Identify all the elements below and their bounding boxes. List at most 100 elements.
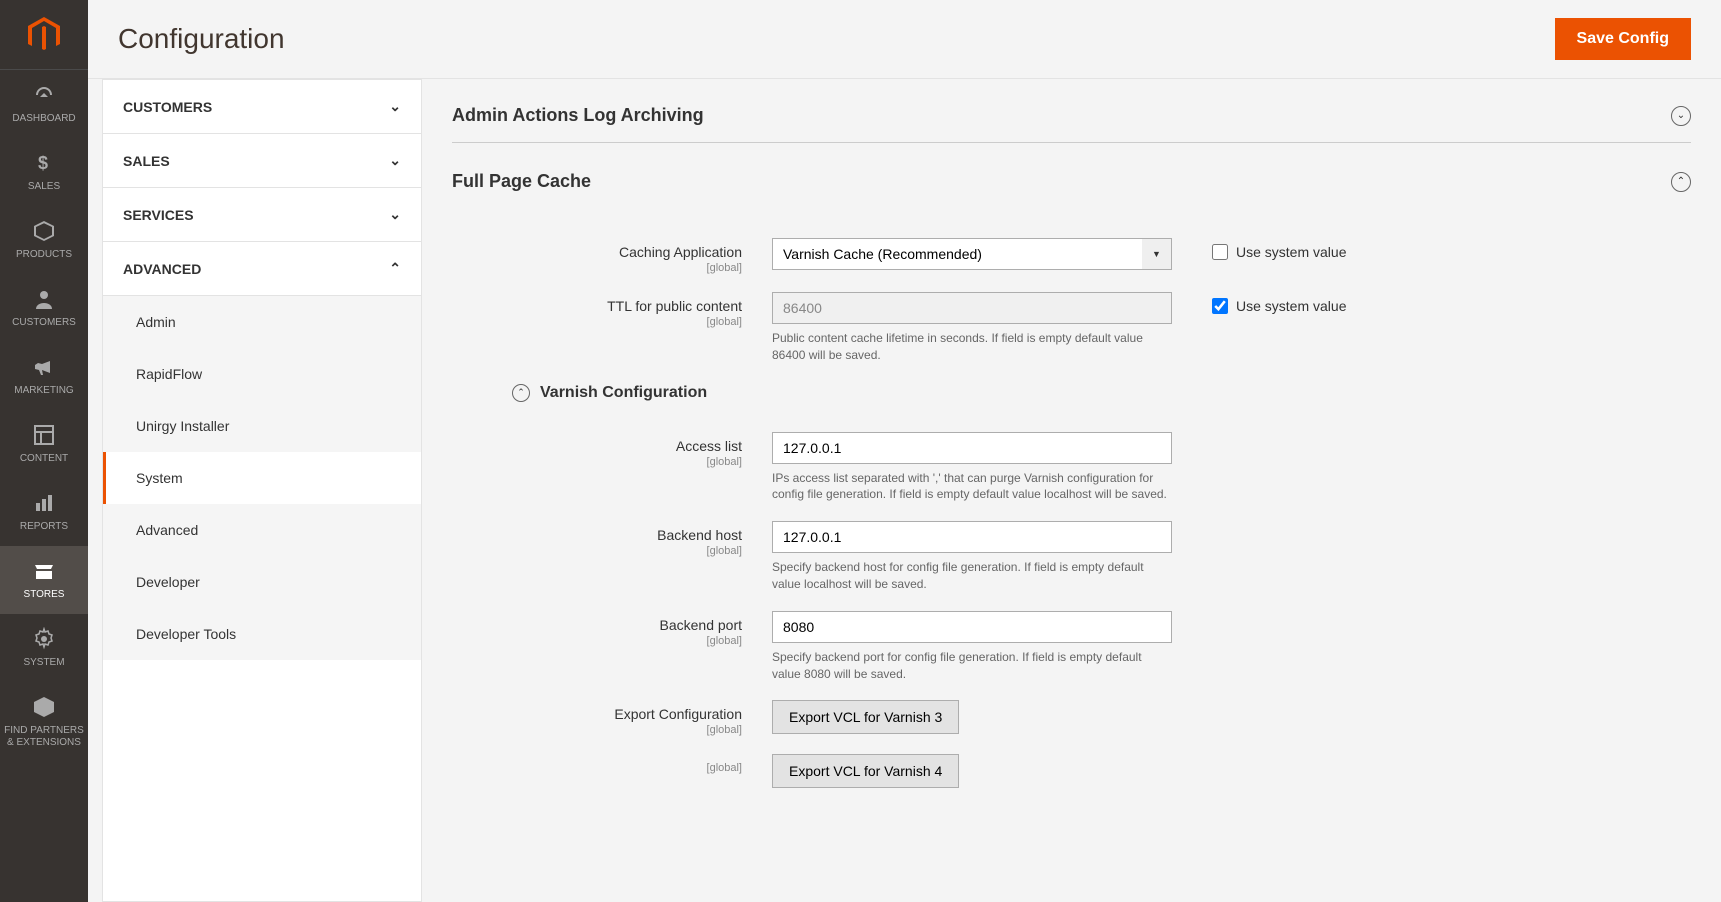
scope-text: [global] — [492, 262, 742, 274]
sidebar-item-system[interactable]: SYSTEM — [0, 614, 88, 682]
page-title: Configuration — [118, 23, 285, 55]
sidebar-item-marketing[interactable]: MARKETING — [0, 342, 88, 410]
control-ttl: Public content cache lifetime in seconds… — [772, 292, 1172, 364]
svg-text:$: $ — [38, 153, 48, 173]
label-ttl: TTL for public content [global] — [492, 292, 772, 328]
label-backend-host: Backend host [global] — [492, 521, 772, 557]
row-export2: [global] Export VCL for Varnish 4 — [492, 754, 1691, 788]
sidebar-item-content[interactable]: CONTENT — [0, 410, 88, 478]
subnav-advanced[interactable]: Advanced — [103, 504, 421, 556]
ttl-input — [772, 292, 1172, 324]
use-system-checkbox[interactable] — [1212, 244, 1228, 260]
control-export2: Export VCL for Varnish 4 — [772, 754, 1172, 788]
section-fpc[interactable]: Full Page Cache ⌃ — [452, 155, 1691, 208]
config-nav-advanced-sub: Admin RapidFlow Unirgy Installer System … — [103, 296, 421, 660]
export-varnish4-button[interactable]: Export VCL for Varnish 4 — [772, 754, 959, 788]
collapse-icon[interactable]: ⌃ — [512, 384, 530, 402]
subnav-unirgy[interactable]: Unirgy Installer — [103, 400, 421, 452]
sidebar-label: CONTENT — [4, 453, 84, 465]
section-title: Admin Actions Log Archiving — [452, 105, 704, 126]
sidebar-item-stores[interactable]: STORES — [0, 546, 88, 614]
content: CUSTOMERS ⌄ SALES ⌄ SERVICES ⌄ ADVANCED … — [88, 79, 1721, 902]
sidebar-item-sales[interactable]: $ SALES — [0, 138, 88, 206]
config-nav-label: SALES — [123, 153, 170, 169]
varnish-title: Varnish Configuration — [540, 384, 707, 402]
export-varnish3-button[interactable]: Export VCL for Varnish 3 — [772, 700, 959, 734]
sidebar-item-reports[interactable]: REPORTS — [0, 478, 88, 546]
subnav-developer[interactable]: Developer — [103, 556, 421, 608]
row-ttl: TTL for public content [global] Public c… — [492, 292, 1691, 364]
sidebar-label: DASHBOARD — [4, 113, 84, 125]
subnav-rapidflow[interactable]: RapidFlow — [103, 348, 421, 400]
save-config-button[interactable]: Save Config — [1555, 18, 1691, 60]
sidebar-label: SALES — [4, 181, 84, 193]
access-list-note: IPs access list separated with ',' that … — [772, 470, 1172, 504]
sidebar-item-customers[interactable]: CUSTOMERS — [0, 274, 88, 342]
main-area: Configuration Save Config CUSTOMERS ⌄ SA… — [88, 0, 1721, 902]
config-nav-services[interactable]: SERVICES ⌄ — [103, 188, 421, 242]
label-access-list: Access list [global] — [492, 432, 772, 468]
topbar: Configuration Save Config — [88, 0, 1721, 79]
collapse-icon[interactable]: ⌃ — [1671, 172, 1691, 192]
chevron-up-icon: ⌃ — [389, 260, 401, 277]
row-backend-host: Backend host [global] Specify backend ho… — [492, 521, 1691, 593]
gear-icon — [32, 627, 56, 651]
sidebar-item-partners[interactable]: FIND PARTNERS & EXTENSIONS — [0, 682, 88, 762]
sidebar-item-dashboard[interactable]: DASHBOARD — [0, 70, 88, 138]
label-caching-app: Caching Application [global] — [492, 238, 772, 274]
backend-host-note: Specify backend host for config file gen… — [772, 559, 1172, 593]
person-icon — [32, 287, 56, 311]
puzzle-icon — [32, 695, 56, 719]
box-icon — [32, 219, 56, 243]
config-nav: CUSTOMERS ⌄ SALES ⌄ SERVICES ⌄ ADVANCED … — [102, 79, 422, 902]
control-export: Export VCL for Varnish 3 — [772, 700, 1172, 734]
layout-icon — [32, 423, 56, 447]
config-nav-label: ADVANCED — [123, 261, 201, 277]
use-system-label: Use system value — [1236, 298, 1346, 314]
section-title: Full Page Cache — [452, 171, 591, 192]
backend-host-input[interactable] — [772, 521, 1172, 553]
section-archiving[interactable]: Admin Actions Log Archiving ⌄ — [452, 89, 1691, 143]
sidebar-label: REPORTS — [4, 521, 84, 533]
sidebar-item-products[interactable]: PRODUCTS — [0, 206, 88, 274]
row-export: Export Configuration [global] Export VCL… — [492, 700, 1691, 736]
caching-app-select[interactable] — [772, 238, 1142, 270]
magento-logo[interactable] — [0, 0, 88, 70]
backend-port-note: Specify backend port for config file gen… — [772, 649, 1172, 683]
ttl-note: Public content cache lifetime in seconds… — [772, 330, 1172, 364]
control-caching-app: ▼ — [772, 238, 1172, 270]
config-nav-label: SERVICES — [123, 207, 194, 223]
config-nav-customers[interactable]: CUSTOMERS ⌄ — [103, 80, 421, 134]
use-system-label: Use system value — [1236, 244, 1346, 260]
control-access-list: IPs access list separated with ',' that … — [772, 432, 1172, 504]
scope-text: [global] — [492, 635, 742, 647]
control-backend-port: Specify backend port for config file gen… — [772, 611, 1172, 683]
scope-text: [global] — [492, 724, 742, 736]
chevron-down-icon: ⌄ — [389, 206, 401, 223]
sidebar-label: STORES — [4, 589, 84, 601]
use-system-checkbox[interactable] — [1212, 298, 1228, 314]
dollar-icon: $ — [32, 151, 56, 175]
subnav-system[interactable]: System — [103, 452, 421, 504]
row-access-list: Access list [global] IPs access list sep… — [492, 432, 1691, 504]
scope-text: [global] — [492, 545, 742, 557]
backend-port-input[interactable] — [772, 611, 1172, 643]
dashboard-icon — [32, 83, 56, 107]
scope-text: [global] — [492, 316, 742, 328]
subnav-admin[interactable]: Admin — [103, 296, 421, 348]
varnish-subsection[interactable]: ⌃ Varnish Configuration — [512, 384, 1691, 402]
bars-icon — [32, 491, 56, 515]
access-list-input[interactable] — [772, 432, 1172, 464]
sidebar-label: MARKETING — [4, 385, 84, 397]
use-system-ttl: Use system value — [1212, 292, 1346, 314]
scope-text: [global] — [492, 456, 742, 468]
sidebar-label: SYSTEM — [4, 657, 84, 669]
subnav-devtools[interactable]: Developer Tools — [103, 608, 421, 660]
store-icon — [32, 559, 56, 583]
dropdown-icon[interactable]: ▼ — [1142, 238, 1172, 270]
config-nav-advanced[interactable]: ADVANCED ⌃ — [103, 242, 421, 296]
sidebar-label: FIND PARTNERS & EXTENSIONS — [4, 725, 84, 749]
sidebar-label: PRODUCTS — [4, 249, 84, 261]
expand-icon[interactable]: ⌄ — [1671, 106, 1691, 126]
config-nav-sales[interactable]: SALES ⌄ — [103, 134, 421, 188]
